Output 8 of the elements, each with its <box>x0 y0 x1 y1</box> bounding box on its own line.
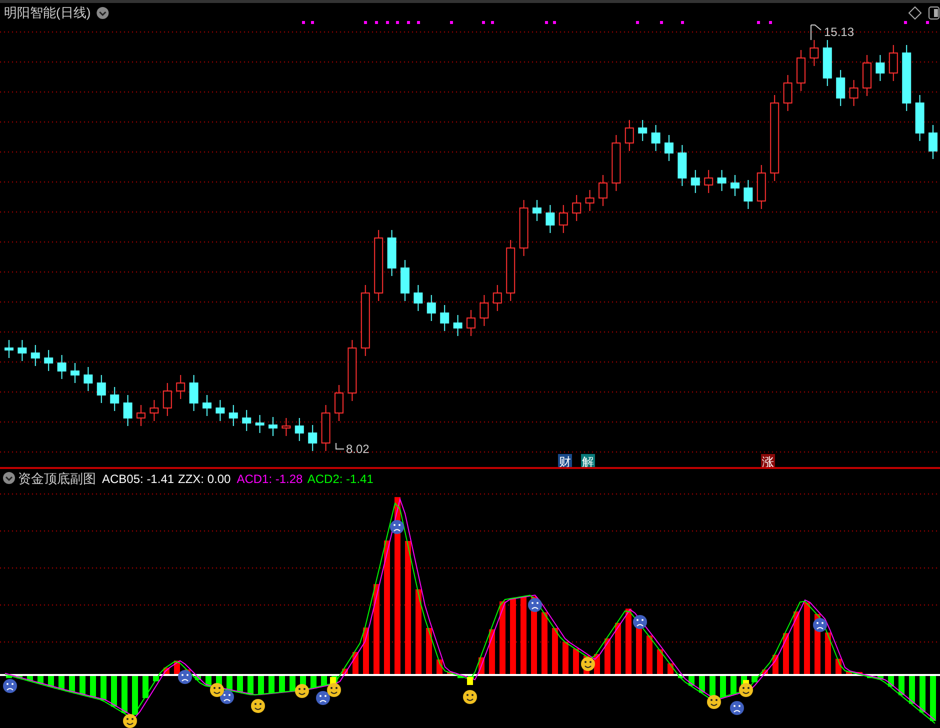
high-price-label: 15.13 <box>824 25 854 39</box>
indicator-readout: ACD2: -1.41 <box>307 472 374 486</box>
indicator-readout: ZZX: 0.00 <box>178 472 231 486</box>
chart-title: 明阳智能(日线) <box>4 5 91 20</box>
indicator-readout: ACD1: -1.28 <box>236 472 303 486</box>
indicator-title: 资金顶底副图 <box>18 471 96 486</box>
indicator-readout: ACB05: -1.41 <box>102 472 174 486</box>
low-price-label: 8.02 <box>346 442 370 456</box>
